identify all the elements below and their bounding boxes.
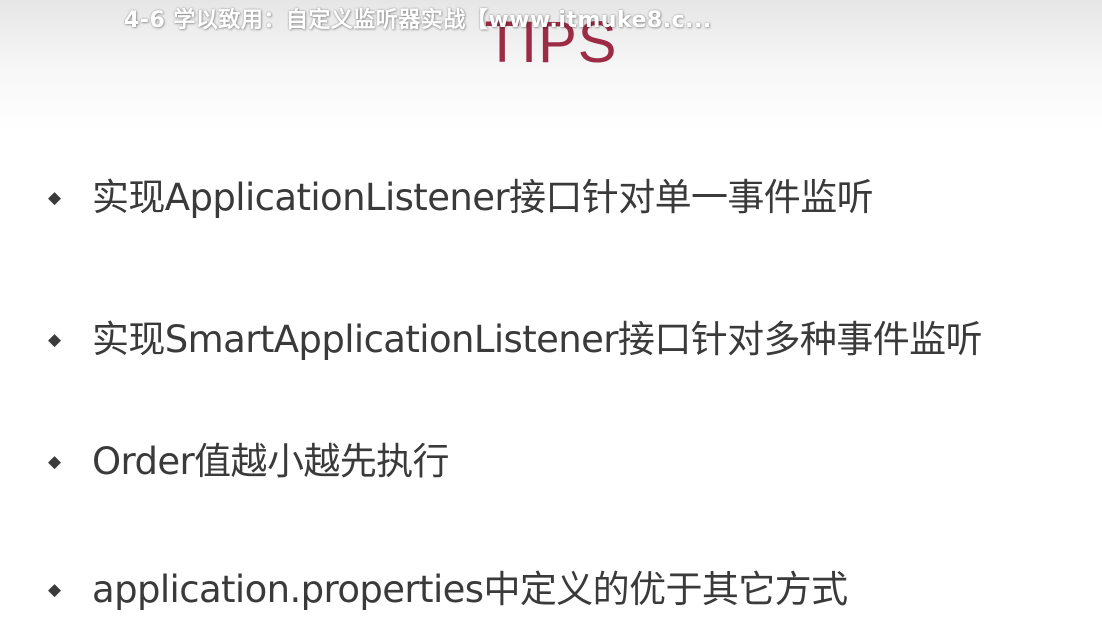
diamond-bullet-icon: ◆: [48, 329, 62, 350]
bullet-text: 实现ApplicationListener接口针对单一事件监听: [92, 176, 874, 219]
diamond-bullet-icon: ◆: [48, 187, 62, 208]
bullet-item: ◆ 实现ApplicationListener接口针对单一事件监听: [48, 174, 874, 222]
bullet-text: application.properties中定义的优于其它方式: [92, 568, 848, 611]
bullet-list: ◆ 实现ApplicationListener接口针对单一事件监听 ◆ 实现Sm…: [0, 0, 1102, 644]
diamond-bullet-icon: ◆: [48, 451, 62, 472]
diamond-bullet-icon: ◆: [48, 579, 62, 600]
slide: 4-6 学以致用：自定义监听器实战【www.itmuke8.c... TIPS …: [0, 0, 1102, 644]
bullet-text: Order值越小越先执行: [92, 440, 450, 483]
video-title: 4-6 学以致用：自定义监听器实战【www.itmuke8.c...: [124, 8, 712, 33]
bullet-item: ◆ 实现SmartApplicationListener接口针对多种事件监听: [48, 316, 983, 364]
bullet-text: 实现SmartApplicationListener接口针对多种事件监听: [92, 318, 983, 361]
bullet-item: ◆ application.properties中定义的优于其它方式: [48, 566, 848, 614]
bullet-item: ◆ Order值越小越先执行: [48, 438, 450, 486]
